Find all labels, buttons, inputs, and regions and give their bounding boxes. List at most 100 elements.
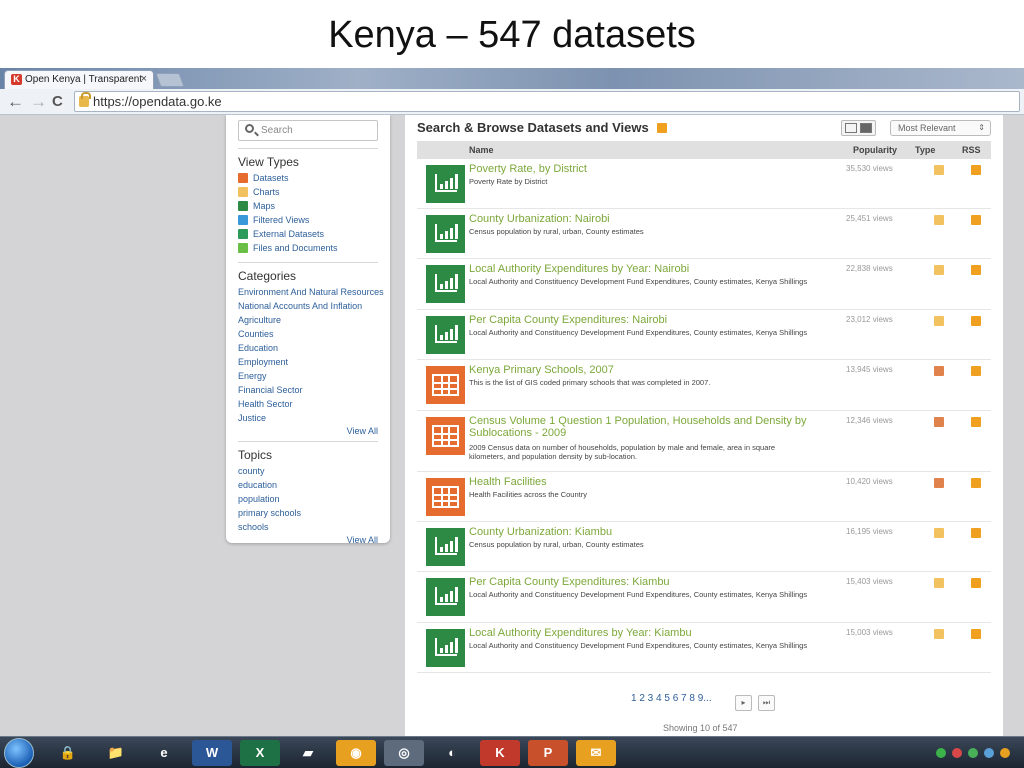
dataset-row[interactable]: Per Capita County Expenditures: Nairobi L… bbox=[417, 310, 991, 360]
dataset-row[interactable]: Local Authority Expenditures by Year: Na… bbox=[417, 259, 991, 310]
category-link[interactable]: Education bbox=[238, 341, 378, 355]
dataset-row[interactable]: Kenya Primary Schools, 2007 This is the l… bbox=[417, 360, 991, 411]
rss-icon[interactable] bbox=[971, 528, 981, 538]
browser-tab[interactable]: K Open Kenya | Transparent × bbox=[4, 70, 154, 89]
notification-icon[interactable] bbox=[1000, 748, 1010, 758]
rss-icon[interactable] bbox=[971, 578, 981, 588]
dataset-row[interactable]: County Urbanization: Nairobi Census popul… bbox=[417, 209, 991, 259]
volume-icon[interactable] bbox=[984, 748, 994, 758]
dataset-title-link[interactable]: Poverty Rate, by District bbox=[469, 163, 809, 175]
network-icon[interactable] bbox=[936, 748, 946, 758]
category-link[interactable]: Environment And Natural Resources bbox=[238, 285, 384, 299]
dataset-title-link[interactable]: Census Volume 1 Question 1 Population, H… bbox=[469, 415, 809, 439]
chrome-icon[interactable]: ◎ bbox=[384, 740, 424, 766]
security-app-icon[interactable]: 🔒 bbox=[48, 740, 88, 766]
dataset-description: 2009 Census data on number of households… bbox=[469, 443, 776, 461]
dataset-title-link[interactable]: Health Facilities bbox=[469, 476, 809, 488]
sync-icon[interactable] bbox=[968, 748, 978, 758]
topic-link[interactable]: education bbox=[238, 478, 378, 492]
rss-icon[interactable] bbox=[656, 123, 667, 133]
view-type-item[interactable]: Charts bbox=[238, 185, 378, 199]
category-link[interactable]: Energy bbox=[238, 369, 378, 383]
app-k-icon[interactable]: K bbox=[480, 740, 520, 766]
grid-view-icon[interactable] bbox=[860, 123, 872, 133]
topics-view-all-link[interactable]: View All bbox=[238, 534, 378, 547]
dataset-title-link[interactable]: County Urbanization: Kiambu bbox=[469, 526, 809, 538]
tab-close-icon[interactable]: × bbox=[141, 71, 147, 88]
rss-icon[interactable] bbox=[971, 316, 981, 326]
category-link[interactable]: Counties bbox=[238, 327, 378, 341]
view-type-item[interactable]: Filtered Views bbox=[238, 213, 378, 227]
rss-icon[interactable] bbox=[971, 417, 981, 427]
dataset-row[interactable]: Poverty Rate, by District Poverty Rate by… bbox=[417, 159, 991, 209]
dataset-row[interactable]: Per Capita County Expenditures: Kiambu Lo… bbox=[417, 572, 991, 623]
topic-link[interactable]: population bbox=[238, 492, 378, 506]
dataset-row[interactable]: Census Volume 1 Question 1 Population, H… bbox=[417, 411, 991, 472]
view-toggle[interactable] bbox=[841, 120, 876, 136]
column-header-name[interactable]: Name bbox=[469, 141, 494, 159]
view-type-item[interactable]: Datasets bbox=[238, 171, 378, 185]
notes-app-icon[interactable]: ▰ bbox=[288, 740, 328, 766]
column-header-type[interactable]: Type bbox=[915, 141, 935, 159]
new-tab-button[interactable] bbox=[155, 73, 185, 87]
view-count: 35,530 views bbox=[846, 164, 893, 173]
table-thumbnail-icon bbox=[426, 478, 465, 516]
word-icon[interactable]: W bbox=[192, 740, 232, 766]
rss-icon[interactable] bbox=[971, 265, 981, 275]
category-link[interactable]: National Accounts And Inflation bbox=[238, 299, 378, 313]
excel-icon[interactable]: X bbox=[240, 740, 280, 766]
dataset-title-link[interactable]: County Urbanization: Nairobi bbox=[469, 213, 809, 225]
forward-arrow-icon[interactable]: → bbox=[30, 92, 47, 112]
category-link[interactable]: Financial Sector bbox=[238, 383, 378, 397]
category-link[interactable]: Health Sector bbox=[238, 397, 378, 411]
dataset-row[interactable]: Health Facilities Health Facilities acros… bbox=[417, 472, 991, 522]
sort-select[interactable]: Most Relevant ⇕ bbox=[890, 120, 991, 136]
view-type-item[interactable]: Maps bbox=[238, 199, 378, 213]
view-type-item[interactable]: Files and Documents bbox=[238, 241, 378, 255]
mail-app-icon[interactable]: ✉ bbox=[576, 740, 616, 766]
reload-icon[interactable]: C bbox=[52, 92, 63, 112]
google-earth-icon[interactable]: ◐ bbox=[432, 740, 472, 766]
address-bar[interactable]: https://opendata.go.ke bbox=[74, 91, 1020, 112]
internet-explorer-icon[interactable]: e bbox=[144, 740, 184, 766]
dataset-title-link[interactable]: Local Authority Expenditures by Year: Ki… bbox=[469, 627, 809, 639]
last-page-button[interactable]: ⏭ bbox=[758, 695, 775, 711]
rss-icon[interactable] bbox=[971, 629, 981, 639]
chart-type-icon bbox=[934, 316, 944, 326]
column-header-rss[interactable]: RSS bbox=[962, 141, 981, 159]
pagination[interactable]: 1 2 3 4 5 6 7 8 9... bbox=[631, 693, 712, 704]
dataset-row[interactable]: Local Authority Expenditures by Year: Ki… bbox=[417, 623, 991, 673]
dataset-title-link[interactable]: Per Capita County Expenditures: Kiambu bbox=[469, 576, 809, 588]
category-link[interactable]: Agriculture bbox=[238, 313, 378, 327]
dataset-title-link[interactable]: Kenya Primary Schools, 2007 bbox=[469, 364, 809, 376]
rss-icon[interactable] bbox=[971, 366, 981, 376]
start-button[interactable] bbox=[4, 738, 34, 768]
categories-view-all-link[interactable]: View All bbox=[238, 425, 378, 438]
topics-list: county education population primary schools… bbox=[238, 464, 378, 534]
powerpoint-icon[interactable]: P bbox=[528, 740, 568, 766]
security-tray-icon[interactable] bbox=[952, 748, 962, 758]
topic-link[interactable]: schools bbox=[238, 520, 378, 534]
dataset-title-link[interactable]: Per Capita County Expenditures: Nairobi bbox=[469, 314, 809, 326]
rss-icon[interactable] bbox=[971, 215, 981, 225]
view-type-icon bbox=[238, 187, 248, 197]
dataset-title-link[interactable]: Local Authority Expenditures by Year: Na… bbox=[469, 263, 809, 275]
search-input[interactable]: Search bbox=[238, 120, 378, 141]
rss-icon[interactable] bbox=[971, 165, 981, 175]
list-view-icon[interactable] bbox=[845, 123, 857, 133]
next-page-button[interactable]: ▸ bbox=[735, 695, 752, 711]
rss-icon[interactable] bbox=[971, 478, 981, 488]
back-arrow-icon[interactable]: ← bbox=[7, 92, 24, 112]
topic-link[interactable]: county bbox=[238, 464, 378, 478]
file-explorer-icon[interactable]: 📁 bbox=[96, 740, 136, 766]
topic-link[interactable]: primary schools bbox=[238, 506, 378, 520]
view-count: 22,838 views bbox=[846, 264, 893, 273]
column-header-popularity[interactable]: Popularity bbox=[853, 141, 897, 159]
select-arrow-icon: ⇕ bbox=[978, 123, 985, 132]
media-app-icon[interactable]: ◉ bbox=[336, 740, 376, 766]
dataset-row[interactable]: County Urbanization: Kiambu Census popula… bbox=[417, 522, 991, 572]
view-type-item[interactable]: External Datasets bbox=[238, 227, 378, 241]
category-link[interactable]: Employment bbox=[238, 355, 378, 369]
chart-thumbnail-icon bbox=[426, 165, 465, 203]
category-link[interactable]: Justice bbox=[238, 411, 378, 425]
